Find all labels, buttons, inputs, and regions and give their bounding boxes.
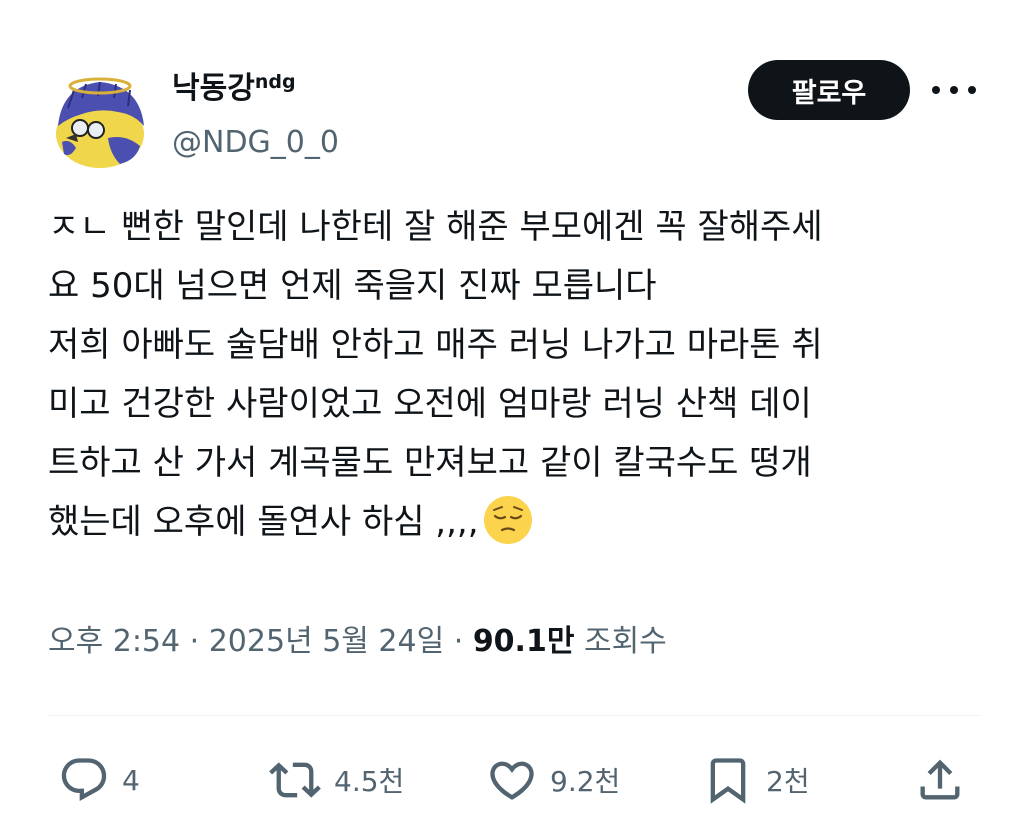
tweet-time[interactable]: 오후 2:54 <box>48 624 180 659</box>
display-name-sup: ndg <box>254 71 296 93</box>
retweet-icon <box>269 762 321 798</box>
views-label: 조회수 <box>574 624 667 659</box>
meta-separator: · <box>444 624 473 659</box>
tweet-header: 낙동강ndg @NDG_0_0 팔로우 <box>48 60 980 172</box>
tweet-line: 저희 아빠도 술담배 안하고 매주 러닝 나가고 마라톤 취 <box>48 325 823 365</box>
more-dot <box>968 86 976 94</box>
reply-button[interactable]: 4 <box>58 745 140 815</box>
tweet-meta: 오후 2:54 · 2025년 5월 24일 · 90.1만 조회수 <box>48 620 667 664</box>
action-bar: 4 4.5천 9.2천 2천 <box>48 745 980 815</box>
meta-separator: · <box>180 624 209 659</box>
tweet-line: 미고 건강한 사람이었고 오전에 엄마랑 러닝 산책 데이 <box>48 384 812 424</box>
more-dot <box>932 86 940 94</box>
author-info[interactable]: 낙동강ndg @NDG_0_0 <box>172 60 339 163</box>
share-button[interactable] <box>914 745 966 815</box>
divider <box>48 715 980 716</box>
reply-icon <box>61 758 107 802</box>
avatar[interactable] <box>48 68 152 172</box>
tweet-date[interactable]: 2025년 5월 24일 <box>209 624 444 659</box>
like-count: 9.2천 <box>550 765 621 798</box>
views-count: 90.1만 <box>472 624 575 659</box>
heart-icon <box>490 761 534 800</box>
retweet-button[interactable]: 4.5천 <box>268 745 404 815</box>
tweet-last-line: 했는데 오후에 돌연사 하심 ,,,, <box>48 493 978 552</box>
display-name[interactable]: 낙동강ndg <box>172 62 339 109</box>
user-handle[interactable]: @NDG_0_0 <box>172 123 339 163</box>
bookmark-count: 2천 <box>766 765 810 798</box>
tweet-text: ㅈㄴ 뻔한 말인데 나한테 잘 해준 부모에겐 꼭 잘해주세 요 50대 넘으면… <box>48 198 978 552</box>
tweet-line: ㅈㄴ 뻔한 말인데 나한테 잘 해준 부모에겐 꼭 잘해주세 <box>48 207 823 247</box>
more-horizontal-icon[interactable] <box>932 74 976 106</box>
more-dot <box>950 86 958 94</box>
retweet-count: 4.5천 <box>334 765 405 798</box>
reply-count: 4 <box>122 763 140 797</box>
follow-button[interactable]: 팔로우 <box>748 60 910 120</box>
bookmark-icon <box>710 758 746 804</box>
avatar-image <box>48 68 152 172</box>
share-icon <box>920 759 960 800</box>
pensive-face-emoji <box>483 496 532 544</box>
display-name-text: 낙동강 <box>172 71 255 106</box>
bookmark-button[interactable]: 2천 <box>702 745 810 815</box>
tweet-line: 요 50대 넘으면 언제 죽을지 진짜 모릅니다 <box>48 266 657 306</box>
tweet-line: 했는데 오후에 돌연사 하심 ,,,, <box>48 502 479 542</box>
tweet-line: 트하고 산 가서 계곡물도 만져보고 같이 칼국수도 떵개 <box>48 443 812 483</box>
like-button[interactable]: 9.2천 <box>486 745 620 815</box>
